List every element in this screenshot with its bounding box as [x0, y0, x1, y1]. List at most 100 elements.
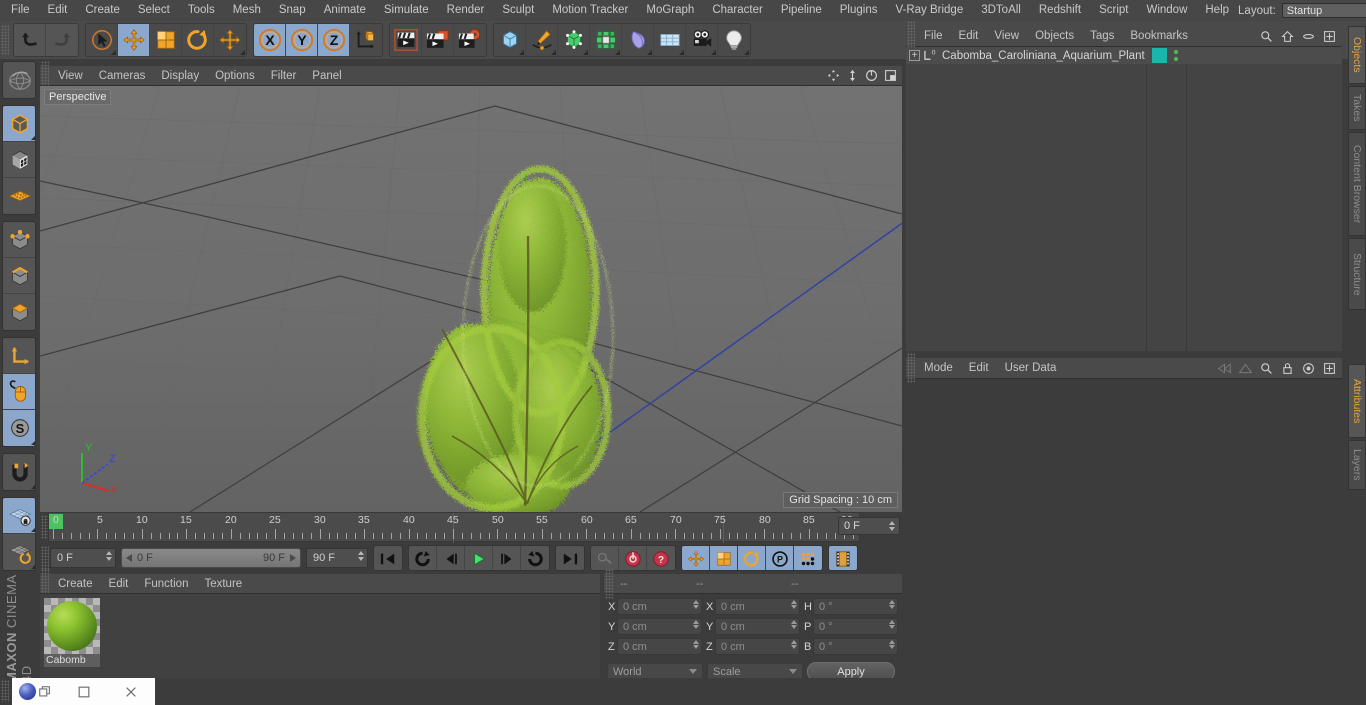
- home-icon[interactable]: [1279, 28, 1295, 44]
- current-frame-input[interactable]: 0 F: [50, 548, 116, 568]
- viewport-menu-display[interactable]: Display: [153, 66, 207, 86]
- animbar-grip[interactable]: [41, 546, 49, 570]
- rotation-b-input[interactable]: 0 °: [813, 638, 898, 655]
- go-to-start-button[interactable]: [374, 546, 402, 570]
- tab-objects[interactable]: Objects: [1348, 26, 1366, 84]
- menu-file[interactable]: File: [2, 0, 39, 21]
- viewport-menu-filter[interactable]: Filter: [263, 66, 305, 86]
- redo-button[interactable]: [46, 24, 78, 56]
- polygon-mode-tool[interactable]: [3, 294, 35, 330]
- rotate-view-icon[interactable]: [863, 68, 879, 84]
- material-menu-create[interactable]: Create: [50, 574, 101, 594]
- rotation-b-stepper[interactable]: [889, 640, 895, 649]
- menu-redshift[interactable]: Redshift: [1030, 0, 1090, 21]
- history-back-icon[interactable]: [1216, 360, 1232, 376]
- render-to-picture-viewer-button[interactable]: [422, 24, 454, 56]
- scale-key-button[interactable]: [710, 546, 738, 570]
- menu-animate[interactable]: Animate: [315, 0, 375, 21]
- add-panel-icon[interactable]: [1321, 28, 1337, 44]
- timeline-ruler[interactable]: 0 5 10 15 20 25 30 35 40 45 50 55 60 65 …: [48, 512, 860, 543]
- menu-snap[interactable]: Snap: [270, 0, 315, 21]
- menu-edit[interactable]: Edit: [39, 0, 77, 21]
- rotation-h-input[interactable]: 0 °: [813, 598, 898, 615]
- undo-button[interactable]: [14, 24, 46, 56]
- menu-render[interactable]: Render: [438, 0, 494, 21]
- toolbar-grip[interactable]: [1, 25, 9, 55]
- menu-mesh[interactable]: Mesh: [224, 0, 270, 21]
- size-x-stepper[interactable]: [791, 600, 797, 609]
- rotation-h-stepper[interactable]: [889, 600, 895, 609]
- add-spline-button[interactable]: [526, 24, 558, 56]
- axis-modify-tool[interactable]: [3, 338, 35, 374]
- tool-expand-corner[interactable]: [711, 50, 716, 55]
- tool-expand-corner[interactable]: [31, 135, 35, 140]
- menu-script[interactable]: Script: [1090, 0, 1137, 21]
- tool-expand-corner[interactable]: [111, 50, 116, 55]
- object-menu-tags[interactable]: Tags: [1082, 26, 1122, 46]
- add-deformer-button[interactable]: [622, 24, 654, 56]
- point-mode-tool[interactable]: [3, 222, 35, 258]
- world-object-coordinates[interactable]: [350, 24, 382, 56]
- move-tool[interactable]: [118, 24, 150, 56]
- maximize-window-button[interactable]: [60, 678, 108, 705]
- object-tree[interactable]: + 0 Cabomba_Caroliniana_Aquarium_Plant: [906, 47, 1342, 351]
- rotation-p-stepper[interactable]: [889, 620, 895, 629]
- tab-structure[interactable]: Structure: [1348, 238, 1366, 310]
- object-menu-view[interactable]: View: [986, 26, 1027, 46]
- material-menu-texture[interactable]: Texture: [196, 574, 250, 594]
- add-generator-button[interactable]: [558, 24, 590, 56]
- menu-plugins[interactable]: Plugins: [831, 0, 887, 21]
- size-z-stepper[interactable]: [791, 640, 797, 649]
- keyframe-selection-button[interactable]: ?: [647, 546, 675, 570]
- attribute-manager-grip[interactable]: [907, 353, 915, 383]
- record-active-objects-button[interactable]: [619, 546, 647, 570]
- menu-pipeline[interactable]: Pipeline: [772, 0, 831, 21]
- render-view-button[interactable]: [390, 24, 422, 56]
- max-frame-stepper[interactable]: [358, 551, 364, 561]
- menu-simulate[interactable]: Simulate: [375, 0, 438, 21]
- tool-expand-corner[interactable]: [583, 50, 588, 55]
- add-cube-button[interactable]: [494, 24, 526, 56]
- object-visibility-dots[interactable]: [1174, 50, 1178, 61]
- menu-mograph[interactable]: MoGraph: [637, 0, 703, 21]
- timeline-mode-button[interactable]: [829, 546, 857, 570]
- go-to-next-frame-button[interactable]: [493, 546, 521, 570]
- tool-expand-corner[interactable]: [31, 484, 35, 489]
- taskbar-grip[interactable]: [1, 680, 9, 702]
- coordinate-manager-grip[interactable]: [605, 568, 613, 599]
- lock-y-axis[interactable]: Y: [286, 24, 318, 56]
- tab-content-browser[interactable]: Content Browser: [1348, 132, 1366, 236]
- menu-3dtoall[interactable]: 3DToAll: [972, 0, 1030, 21]
- lock-z-axis[interactable]: Z: [318, 24, 350, 56]
- search-icon[interactable]: [1258, 360, 1274, 376]
- viewport-menu-panel[interactable]: Panel: [304, 66, 349, 86]
- size-y-input[interactable]: 0 cm: [715, 618, 800, 635]
- texture-axis-mode[interactable]: [3, 142, 35, 178]
- menu-motion-tracker[interactable]: Motion Tracker: [543, 0, 637, 21]
- search-icon[interactable]: [1258, 28, 1274, 44]
- make-editable-tool[interactable]: [3, 106, 35, 142]
- tool-expand-corner[interactable]: [679, 50, 684, 55]
- tab-layers[interactable]: Layers: [1348, 440, 1366, 490]
- object-menu-file[interactable]: File: [916, 26, 951, 46]
- ellipse-icon[interactable]: [1300, 28, 1316, 44]
- autokeying-button[interactable]: [591, 546, 619, 570]
- timeline-frame-stepper[interactable]: [889, 521, 895, 531]
- rotate-tool[interactable]: [182, 24, 214, 56]
- material-menu-function[interactable]: Function: [136, 574, 196, 594]
- rotation-p-input[interactable]: 0 °: [813, 618, 898, 635]
- current-frame-stepper[interactable]: [106, 551, 112, 561]
- target-icon[interactable]: [1300, 360, 1316, 376]
- tool-expand-corner[interactable]: [647, 50, 652, 55]
- material-tag-icon[interactable]: [1152, 48, 1167, 63]
- object-menu-objects[interactable]: Objects: [1027, 26, 1082, 46]
- viewport-mode-tool[interactable]: [3, 62, 35, 98]
- viewport-solo-mode[interactable]: [3, 178, 35, 214]
- play-backwards-button[interactable]: [409, 546, 437, 570]
- viewport-3d-canvas[interactable]: Perspective Grid Spacing : 10 cm Y X Z: [40, 86, 902, 512]
- menu-character[interactable]: Character: [703, 0, 772, 21]
- position-x-stepper[interactable]: [693, 600, 699, 609]
- expand-toggle-icon[interactable]: +: [909, 50, 920, 61]
- menu-window[interactable]: Window: [1137, 0, 1196, 21]
- position-y-stepper[interactable]: [693, 620, 699, 629]
